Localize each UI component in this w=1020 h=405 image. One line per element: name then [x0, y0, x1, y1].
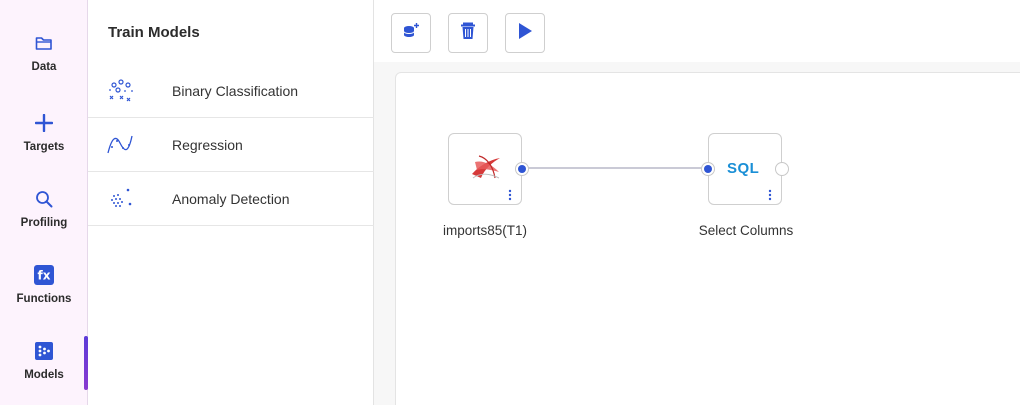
rail-item-models[interactable]: Models — [0, 332, 88, 404]
rail-item-functions[interactable]: fx Functions — [0, 256, 88, 328]
input-port[interactable] — [701, 162, 715, 176]
model-item-label: Regression — [172, 136, 243, 153]
select-columns-node[interactable]: SQL — [701, 133, 789, 205]
rail-item-label: Functions — [16, 293, 72, 305]
workflow-toolbar — [374, 0, 1020, 62]
model-item-binary-classification[interactable]: Binary Classification — [88, 64, 374, 118]
model-item-label: Binary Classification — [172, 82, 299, 99]
regression-icon — [106, 130, 150, 160]
connection-layer — [524, 167, 708, 169]
sql-icon: SQL — [727, 160, 760, 177]
output-port[interactable] — [515, 162, 529, 176]
fx-icon: fx — [34, 262, 54, 288]
anomaly-detection-icon — [106, 184, 150, 214]
rail-item-label: Targets — [23, 141, 65, 153]
rail-item-label: Data — [31, 61, 57, 73]
dataset-node[interactable] — [448, 133, 529, 205]
models-icon — [35, 338, 53, 364]
delete-button[interactable] — [448, 13, 488, 53]
rail-item-label: Profiling — [20, 217, 68, 229]
train-models-panel: Train Models Binary Classification Regre… — [88, 0, 374, 405]
svg-text:fx: fx — [38, 269, 51, 283]
folder-icon — [35, 30, 53, 56]
rail-item-profiling[interactable]: Profiling — [0, 180, 88, 252]
node-menu-icon[interactable] — [507, 188, 513, 201]
node-label: Select Columns — [698, 223, 794, 238]
search-icon — [35, 186, 53, 212]
rail-item-data[interactable]: Data — [0, 24, 88, 96]
icon-rail: Data Targets Profiling fx Functions Mode… — [0, 0, 88, 405]
play-icon — [517, 22, 533, 45]
sql-server-icon — [469, 152, 503, 187]
run-button[interactable] — [505, 13, 545, 53]
trash-icon — [460, 22, 476, 45]
node-label: imports85(T1) — [442, 223, 528, 238]
output-port[interactable] — [775, 162, 789, 176]
rail-item-targets[interactable]: Targets — [0, 104, 88, 176]
node-menu-icon[interactable] — [767, 188, 773, 201]
workflow-canvas[interactable]: imports85(T1) SQL Select Columns — [395, 72, 1020, 405]
database-plus-icon — [402, 22, 420, 45]
workflow-canvas-area: imports85(T1) SQL Select Columns — [374, 62, 1020, 405]
rail-item-label: Models — [24, 369, 64, 381]
panel-title: Train Models — [108, 24, 200, 41]
binary-classification-icon — [106, 76, 150, 106]
plus-icon — [35, 110, 53, 136]
add-dataset-button[interactable] — [391, 13, 431, 53]
model-item-regression[interactable]: Regression — [88, 118, 374, 172]
model-item-label: Anomaly Detection — [172, 190, 290, 207]
model-item-anomaly-detection[interactable]: Anomaly Detection — [88, 172, 374, 226]
